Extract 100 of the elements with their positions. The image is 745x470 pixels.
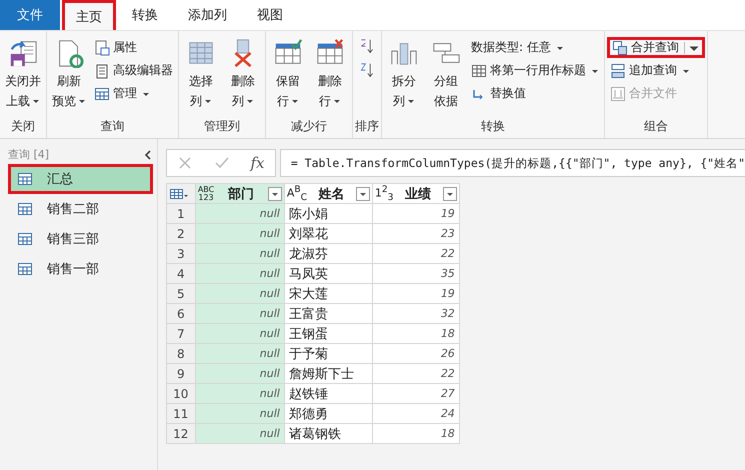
table-icon	[17, 261, 33, 277]
group-label: 转换	[480, 118, 506, 135]
table-cell: 18	[372, 424, 460, 444]
ribbon-button[interactable]: 删除 行	[310, 35, 350, 114]
row-number: 5	[166, 284, 196, 304]
table-cell: 27	[372, 384, 460, 404]
ribbon-button[interactable]: 管理	[91, 83, 176, 104]
query-item[interactable]: 销售一部	[8, 254, 153, 284]
table-icon	[17, 201, 33, 217]
table-cell: 22	[372, 244, 460, 264]
fx-button[interactable]: fx	[250, 154, 264, 172]
ribbon-button[interactable]: 将第一行用作标题	[468, 60, 602, 81]
ribbon-button[interactable]: 数据类型: 任意	[468, 37, 602, 58]
column-header[interactable]: 1$^{2}$$_{3}$ 业绩	[372, 184, 460, 204]
queries-heading: 查询 [4]	[8, 147, 50, 162]
column-name: 姓名	[317, 186, 346, 202]
table-cell: null	[195, 264, 284, 284]
table-cell: 于予菊	[284, 344, 372, 364]
ribbon-button[interactable]: 拆分 列	[384, 35, 424, 114]
table-cell: null	[195, 404, 284, 424]
row-number: 3	[166, 244, 196, 264]
ribbon-button[interactable]: 属性	[91, 37, 176, 58]
ribbon-button[interactable]: 分组 依据	[426, 35, 466, 114]
collapse-icon[interactable]	[142, 148, 153, 160]
query-item[interactable]: 销售二部	[8, 194, 153, 224]
table-cell: 24	[372, 404, 460, 424]
table-cell: 22	[372, 364, 460, 384]
ribbon-button[interactable]: 选择 列	[181, 35, 221, 114]
table-cell: null	[195, 384, 284, 404]
row-number: 1	[166, 204, 196, 224]
row-number: 10	[166, 384, 196, 404]
table-cell: 19	[372, 204, 460, 224]
group-label: 关闭	[10, 118, 36, 135]
table-icon	[17, 171, 33, 187]
dropdown-icon[interactable]	[268, 186, 282, 200]
table-icon	[168, 188, 189, 200]
query-item[interactable]: 汇总	[8, 164, 153, 194]
row-number: 6	[166, 304, 196, 324]
dropdown-icon[interactable]	[442, 186, 457, 200]
ribbon-button[interactable]: 刷新 预览	[49, 35, 89, 114]
ribbon-tab[interactable]: 视图	[243, 0, 297, 30]
table-cell: null	[195, 244, 284, 264]
table-cell: null	[195, 364, 284, 384]
table-cell: 詹姆斯下士	[284, 364, 372, 384]
properties-icon	[94, 40, 110, 56]
table-cell: 18	[372, 324, 460, 344]
formula-field[interactable]: = Table.TransformColumnTypes(提升的标题,{{"部门", type any}, {"姓名"	[280, 149, 745, 177]
table-menu-button[interactable]	[166, 184, 196, 204]
table-cell: 陈小娟	[284, 204, 372, 224]
ribbon-button[interactable]: 关闭并 上载	[2, 35, 44, 114]
table-cell: null	[195, 204, 284, 224]
ribbon-button[interactable]: 合并查询	[607, 37, 705, 58]
ribbon-button[interactable]: 替换值	[468, 83, 602, 104]
ribbon-button[interactable]: 删除 列	[223, 35, 263, 114]
ribbon-button[interactable]: 追加查询	[607, 60, 705, 81]
row-number: 8	[166, 344, 196, 364]
table-cell: null	[195, 284, 284, 304]
ribbon-tab[interactable]: 转换	[118, 0, 172, 30]
table-cell: 35	[372, 264, 460, 284]
check-icon[interactable]	[214, 155, 230, 171]
table-cell: 王富贵	[284, 304, 372, 324]
table-cell: null	[195, 424, 284, 444]
row-number: 11	[166, 404, 196, 424]
row-number: 4	[166, 264, 196, 284]
row-number: 9	[166, 364, 196, 384]
combine-files-icon	[610, 86, 626, 102]
group-label: 查询	[100, 118, 126, 135]
ribbon-button[interactable]: 保留 行	[268, 35, 308, 114]
ribbon-button[interactable]: 高级编辑器	[91, 60, 176, 81]
group-label: 管理列	[203, 118, 241, 135]
column-name: 部门	[226, 186, 256, 202]
group-label: 排序	[355, 118, 379, 135]
table-cell: null	[195, 324, 284, 344]
table-cell: 23	[372, 224, 460, 244]
table-cell: 32	[372, 304, 460, 324]
ribbon-tab[interactable]: 文件	[0, 0, 60, 30]
query-item[interactable]: 销售三部	[8, 224, 153, 254]
ribbon-tab[interactable]: 添加列	[174, 0, 241, 30]
table-cell: 龙淑芬	[284, 244, 372, 264]
column-header[interactable]: ABC 123 部门	[195, 184, 284, 204]
row-number: 2	[166, 224, 196, 244]
ribbon-tab[interactable]: 主页	[62, 0, 116, 30]
table-cell: 26	[372, 344, 460, 364]
column-name: 业绩	[404, 186, 432, 202]
row-number: 7	[166, 324, 196, 344]
type-label: ABC 123	[198, 186, 214, 202]
table-cell: 刘翠花	[284, 224, 372, 244]
row-number: 12	[166, 424, 196, 444]
table-icon	[94, 86, 110, 102]
table-cell: null	[195, 344, 284, 364]
table-cell: 19	[372, 284, 460, 304]
column-header[interactable]: A$^{B}$$_{C}$ 姓名	[284, 184, 372, 204]
table-cell: 宋大莲	[284, 284, 372, 304]
document-icon	[94, 62, 110, 78]
merge-icon	[612, 40, 628, 56]
group-label: 组合	[643, 118, 669, 135]
table-cell: 马凤英	[284, 264, 372, 284]
dropdown-icon[interactable]	[356, 186, 370, 200]
table-icon	[17, 231, 33, 247]
table-cell: null	[195, 304, 284, 324]
